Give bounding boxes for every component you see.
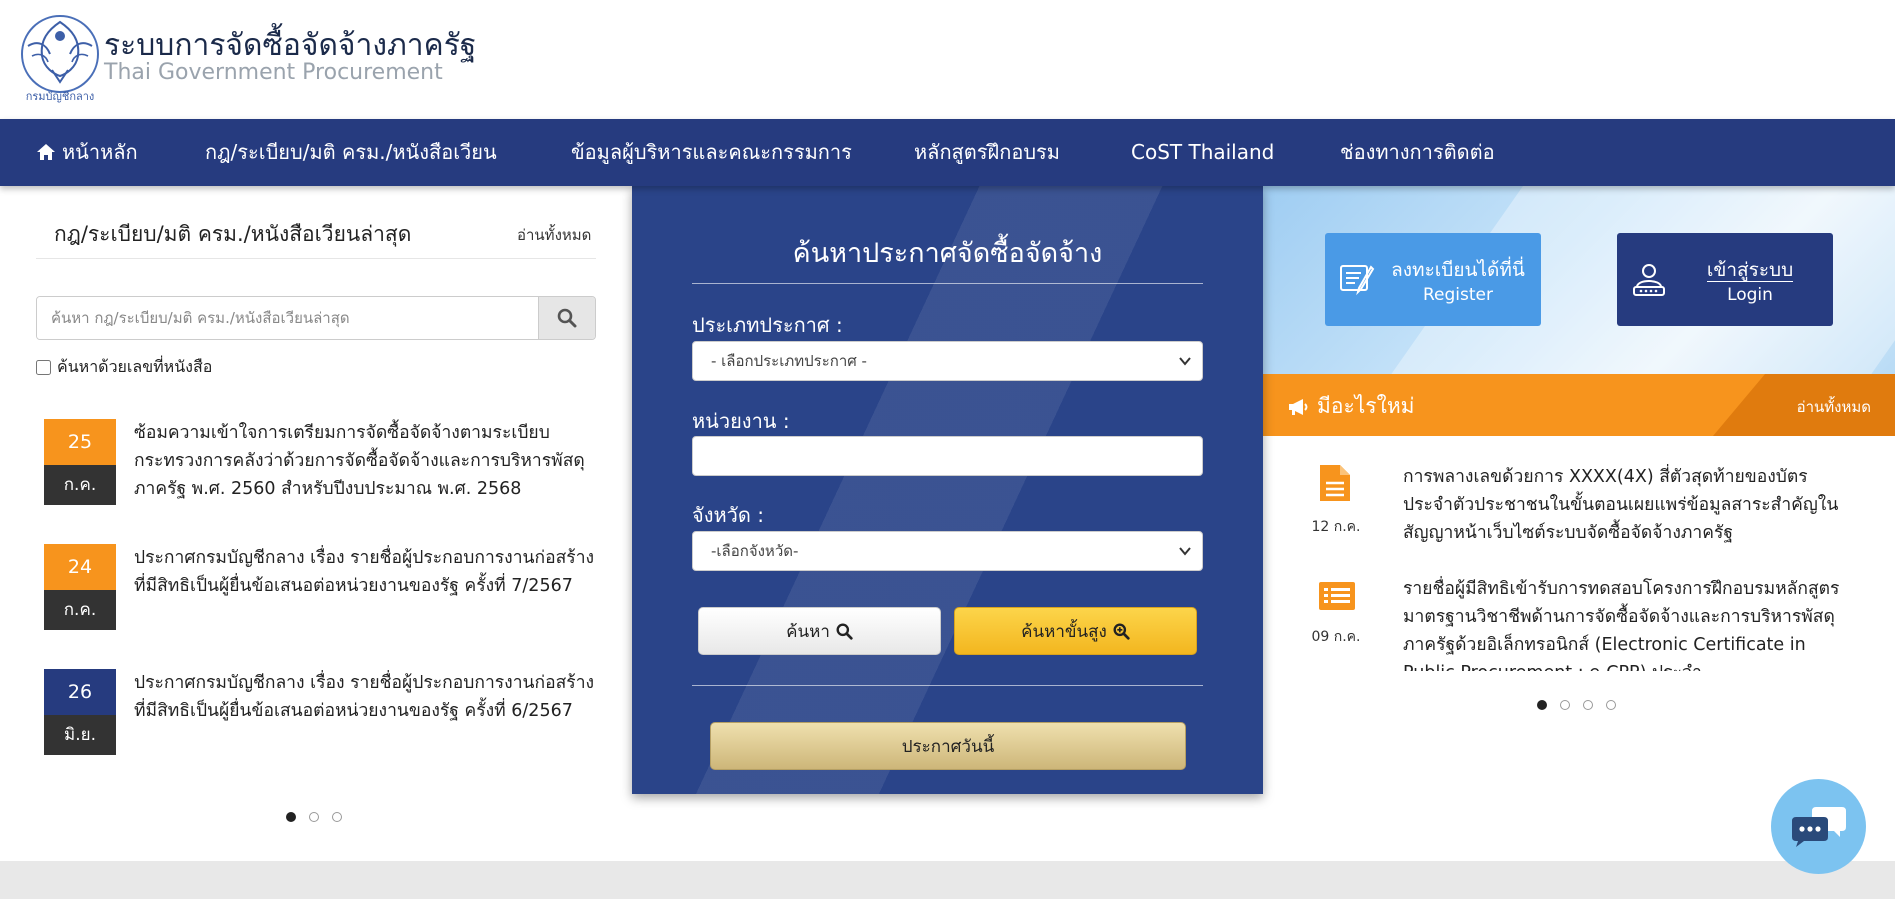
search-by-number-label: ค้นหาด้วยเลขที่หนังสือ xyxy=(57,357,213,376)
nav-item-label: หน้าหลัก xyxy=(62,140,138,164)
procurement-search-panel: ค้นหาประกาศจัดซื้อจัดจ้าง ประเภทประกาศ :… xyxy=(632,186,1263,794)
document-icon xyxy=(1320,465,1350,501)
laws-search-box xyxy=(36,296,596,340)
update-item[interactable]: 09 ก.ค. รายชื่อผู้มีสิทธิเข้ารับการทดสอบ… xyxy=(1300,575,1860,671)
nav-item-laws[interactable]: กฎ/ระเบียบ/มติ ครม./หนังสือเวียน xyxy=(205,119,497,186)
divider xyxy=(692,283,1203,284)
carousel-dot[interactable] xyxy=(1560,700,1570,710)
panel-background-stripe xyxy=(632,186,1263,794)
update-date: 09 ก.ค. xyxy=(1311,629,1361,645)
date-badge: 25 ก.ค. xyxy=(44,419,116,505)
search-button[interactable]: ค้นหา xyxy=(698,607,941,655)
date-badge: 26 มิ.ย. xyxy=(44,669,116,755)
province-select[interactable]: -เลือกจังหวัด- xyxy=(692,531,1203,571)
province-value: -เลือกจังหวัด- xyxy=(711,542,799,560)
nav-item-label: ช่องทางการติดต่อ xyxy=(1340,140,1495,164)
nav-item-contact[interactable]: ช่องทางการติดต่อ xyxy=(1340,119,1495,186)
nav-item-home[interactable]: หน้าหลัก xyxy=(36,119,138,186)
login-label-en: Login xyxy=(1727,285,1773,305)
law-item[interactable]: 26 มิ.ย. ประกาศกรมบัญชีกลาง เรื่อง รายชื… xyxy=(44,669,604,759)
site-header: กรมบัญชีกลาง ระบบการจัดซื้อจัดจ้างภาครัฐ… xyxy=(0,0,1895,119)
nav-item-label: กฎ/ระเบียบ/มติ ครม./หนังสือเวียน xyxy=(205,140,497,164)
today-announcements-button[interactable]: ประกาศวันนี้ xyxy=(710,722,1186,770)
advanced-search-label: ค้นหาขั้นสูง xyxy=(1021,621,1107,642)
law-item[interactable]: 24 ก.ค. ประกาศกรมบัญชีกลาง เรื่อง รายชื่… xyxy=(44,544,604,634)
carousel-dot[interactable] xyxy=(1606,700,1616,710)
whats-new-read-all-link[interactable]: อ่านทั้งหมด xyxy=(1797,395,1871,419)
chevron-down-icon xyxy=(1179,357,1191,366)
login-label-text: เข้าสู่ระบบ xyxy=(1706,259,1794,282)
laws-section-title: กฎ/ระเบียบ/มติ ครม./หนังสือเวียนล่าสุด xyxy=(54,222,412,246)
megaphone-icon xyxy=(1289,398,1308,415)
search-icon xyxy=(557,308,577,328)
carousel-dot[interactable] xyxy=(309,812,319,822)
chat-bubbles-icon xyxy=(1791,806,1846,847)
laws-search-button[interactable] xyxy=(538,297,595,339)
agency-input[interactable] xyxy=(692,436,1203,476)
search-by-number-checkbox[interactable] xyxy=(36,360,51,375)
update-item[interactable]: 12 ก.ค. การพลางเลขด้วยการ XXXX(4X) สี่ตั… xyxy=(1300,463,1860,553)
footer-strip xyxy=(0,861,1895,899)
whats-new-title: มีอะไรใหม่ xyxy=(1287,390,1415,423)
divider xyxy=(692,685,1203,686)
updates-carousel-dots xyxy=(1537,700,1616,710)
update-date: 12 ก.ค. xyxy=(1311,519,1361,535)
update-text[interactable]: รายชื่อผู้มีสิทธิเข้ารับการทดสอบโครงการฝ… xyxy=(1403,575,1848,671)
date-month: ก.ค. xyxy=(44,590,116,630)
laws-carousel-dots xyxy=(286,812,342,822)
garuda-seal-icon[interactable]: กรมบัญชีกลาง xyxy=(18,10,102,104)
update-text[interactable]: การพลางเลขด้วยการ XXXX(4X) สี่ตัวสุดท้าย… xyxy=(1403,463,1848,547)
site-title-en: Thai Government Procurement xyxy=(104,60,443,85)
register-label-en: Register xyxy=(1423,285,1493,305)
logo-text: กรมบัญชีกลาง xyxy=(26,90,95,103)
laws-read-all-link[interactable]: อ่านทั้งหมด xyxy=(517,223,591,247)
whats-new-title-text: มีอะไรใหม่ xyxy=(1317,394,1415,418)
nav-item-training[interactable]: หลักสูตรฝึกอบรม xyxy=(914,119,1060,186)
announcement-type-label: ประเภทประกาศ : xyxy=(692,313,843,337)
date-month: ก.ค. xyxy=(44,465,116,505)
date-day: 25 xyxy=(44,419,116,465)
province-label: จังหวัด : xyxy=(692,503,764,527)
law-item-text[interactable]: ประกาศกรมบัญชีกลาง เรื่อง รายชื่อผู้ประก… xyxy=(134,544,596,600)
chat-button[interactable] xyxy=(1771,779,1866,874)
search-icon xyxy=(836,623,853,640)
register-button[interactable]: ลงทะเบียนได้ที่นี่ Register xyxy=(1325,233,1541,326)
today-announcements-label: ประกาศวันนี้ xyxy=(901,736,995,757)
login-label-th: เข้าสู่ระบบ xyxy=(1617,255,1833,285)
nav-item-label: ข้อมูลผู้บริหารและคณะกรรมการ xyxy=(571,140,852,164)
search-button-label: ค้นหา xyxy=(786,621,830,642)
register-label-th: ลงทะเบียนได้ที่นี่ xyxy=(1391,259,1525,281)
date-month: มิ.ย. xyxy=(44,715,116,755)
main-nav: หน้าหลัก กฎ/ระเบียบ/มติ ครม./หนังสือเวีย… xyxy=(0,119,1895,186)
list-icon xyxy=(1319,582,1355,610)
carousel-dot[interactable] xyxy=(286,812,296,822)
announcement-type-select[interactable]: - เลือกประเภทประกาศ - xyxy=(692,341,1203,381)
law-item-text[interactable]: ซ้อมความเข้าใจการเตรียมการจัดซื้อจัดจ้าง… xyxy=(134,419,596,503)
login-button[interactable]: เข้าสู่ระบบ Login xyxy=(1617,233,1833,326)
search-by-number-option[interactable]: ค้นหาด้วยเลขที่หนังสือ xyxy=(36,355,212,380)
date-day: 26 xyxy=(44,669,116,715)
divider xyxy=(36,258,596,259)
law-item-text[interactable]: ประกาศกรมบัญชีกลาง เรื่อง รายชื่อผู้ประก… xyxy=(134,669,596,725)
zoom-in-icon xyxy=(1113,623,1130,640)
carousel-dot[interactable] xyxy=(332,812,342,822)
home-icon xyxy=(37,144,55,160)
chevron-down-icon xyxy=(1179,547,1191,556)
nav-item-executives[interactable]: ข้อมูลผู้บริหารและคณะกรรมการ xyxy=(571,119,852,186)
law-item[interactable]: 25 ก.ค. ซ้อมความเข้าใจการเตรียมการจัดซื้… xyxy=(44,419,604,509)
carousel-dot[interactable] xyxy=(1583,700,1593,710)
nav-item-label: หลักสูตรฝึกอบรม xyxy=(914,140,1060,164)
date-badge: 24 ก.ค. xyxy=(44,544,116,630)
update-item-clip: 09 ก.ค. รายชื่อผู้มีสิทธิเข้ารับการทดสอบ… xyxy=(1300,575,1860,671)
advanced-search-button[interactable]: ค้นหาขั้นสูง xyxy=(954,607,1197,655)
carousel-dot[interactable] xyxy=(1537,700,1547,710)
nav-item-cost-thailand[interactable]: CoST Thailand xyxy=(1131,119,1274,186)
agency-label: หน่วยงาน : xyxy=(692,409,790,433)
laws-search-input[interactable] xyxy=(37,297,538,339)
date-day: 24 xyxy=(44,544,116,590)
panel-title: ค้นหาประกาศจัดซื้อจัดจ้าง xyxy=(792,238,1103,269)
announcement-type-value: - เลือกประเภทประกาศ - xyxy=(711,352,867,370)
whats-new-bar: มีอะไรใหม่ อ่านทั้งหมด xyxy=(1263,374,1895,436)
nav-item-label: CoST Thailand xyxy=(1131,140,1275,164)
